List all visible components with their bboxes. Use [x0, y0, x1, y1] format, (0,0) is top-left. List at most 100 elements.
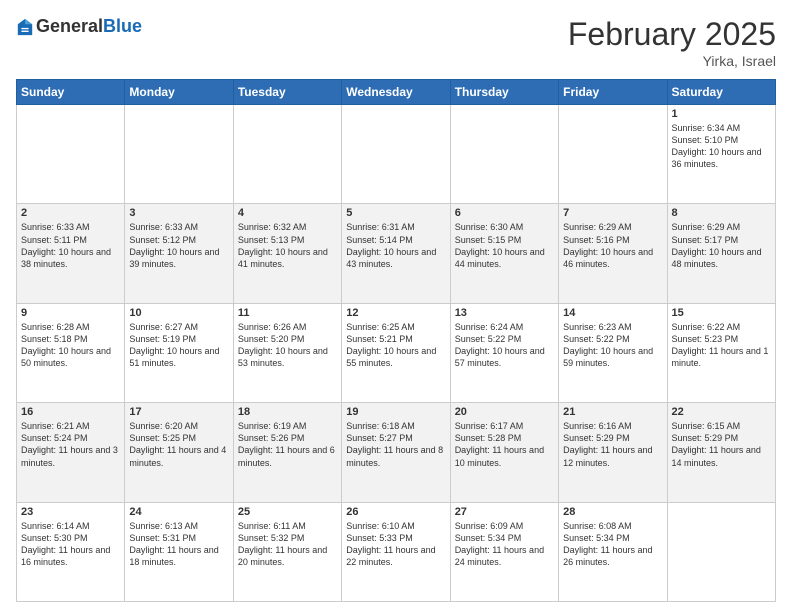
- calendar-cell: 10 Sunrise: 6:27 AM Sunset: 5:19 PM Dayli…: [125, 303, 233, 402]
- calendar-cell: [667, 502, 775, 601]
- day-number: 28: [563, 506, 662, 518]
- day-info: Sunrise: 6:14 AM Sunset: 5:30 PM Dayligh…: [21, 520, 120, 569]
- calendar-cell: 22 Sunrise: 6:15 AM Sunset: 5:29 PM Dayli…: [667, 403, 775, 502]
- calendar-cell: 23 Sunrise: 6:14 AM Sunset: 5:30 PM Dayli…: [17, 502, 125, 601]
- title-area: February 2025 Yirka, Israel: [568, 16, 776, 69]
- calendar-cell: 11 Sunrise: 6:26 AM Sunset: 5:20 PM Dayli…: [233, 303, 341, 402]
- day-info: Sunrise: 6:29 AM Sunset: 5:16 PM Dayligh…: [563, 221, 662, 270]
- calendar-cell: 17 Sunrise: 6:20 AM Sunset: 5:25 PM Dayli…: [125, 403, 233, 502]
- day-number: 23: [21, 506, 120, 518]
- day-number: 1: [672, 108, 771, 120]
- day-info: Sunrise: 6:29 AM Sunset: 5:17 PM Dayligh…: [672, 221, 771, 270]
- day-number: 10: [129, 307, 228, 319]
- day-number: 7: [563, 207, 662, 219]
- calendar-cell: 7 Sunrise: 6:29 AM Sunset: 5:16 PM Daylig…: [559, 204, 667, 303]
- day-info: Sunrise: 6:18 AM Sunset: 5:27 PM Dayligh…: [346, 420, 445, 469]
- day-header-wednesday: Wednesday: [342, 80, 450, 105]
- calendar-cell: 15Sunrise: 6:22 AM Sunset: 5:23 PM Dayli…: [667, 303, 775, 402]
- day-info: Sunrise: 6:25 AM Sunset: 5:21 PM Dayligh…: [346, 321, 445, 370]
- day-header-friday: Friday: [559, 80, 667, 105]
- day-header-sunday: Sunday: [17, 80, 125, 105]
- day-number: 17: [129, 406, 228, 418]
- day-info: Sunrise: 6:20 AM Sunset: 5:25 PM Dayligh…: [129, 420, 228, 469]
- calendar-cell: [559, 105, 667, 204]
- calendar-cell: [450, 105, 558, 204]
- calendar-cell: 16 Sunrise: 6:21 AM Sunset: 5:24 PM Dayli…: [17, 403, 125, 502]
- calendar-cell: 18 Sunrise: 6:19 AM Sunset: 5:26 PM Dayli…: [233, 403, 341, 502]
- day-info: Sunrise: 6:11 AM Sunset: 5:32 PM Dayligh…: [238, 520, 337, 569]
- day-info: Sunrise: 6:10 AM Sunset: 5:33 PM Dayligh…: [346, 520, 445, 569]
- calendar-cell: 19 Sunrise: 6:18 AM Sunset: 5:27 PM Dayli…: [342, 403, 450, 502]
- calendar-cell: 27 Sunrise: 6:09 AM Sunset: 5:34 PM Dayli…: [450, 502, 558, 601]
- calendar-cell: 3 Sunrise: 6:33 AM Sunset: 5:12 PM Daylig…: [125, 204, 233, 303]
- day-info: Sunrise: 6:15 AM Sunset: 5:29 PM Dayligh…: [672, 420, 771, 469]
- day-number: 20: [455, 406, 554, 418]
- day-number: 27: [455, 506, 554, 518]
- calendar-cell: 24Sunrise: 6:13 AM Sunset: 5:31 PM Dayli…: [125, 502, 233, 601]
- calendar-cell: 28Sunrise: 6:08 AM Sunset: 5:34 PM Dayli…: [559, 502, 667, 601]
- day-info: Sunrise: 6:33 AM Sunset: 5:12 PM Dayligh…: [129, 221, 228, 270]
- day-info: Sunrise: 6:16 AM Sunset: 5:29 PM Dayligh…: [563, 420, 662, 469]
- calendar-table: SundayMondayTuesdayWednesdayThursdayFrid…: [16, 79, 776, 602]
- week-row-1: 1 Sunrise: 6:34 AM Sunset: 5:10 PM Daylig…: [17, 105, 776, 204]
- day-number: 25: [238, 506, 337, 518]
- day-info: Sunrise: 6:30 AM Sunset: 5:15 PM Dayligh…: [455, 221, 554, 270]
- calendar-cell: 13 Sunrise: 6:24 AM Sunset: 5:22 PM Dayli…: [450, 303, 558, 402]
- day-info: Sunrise: 6:19 AM Sunset: 5:26 PM Dayligh…: [238, 420, 337, 469]
- day-info: Sunrise: 6:22 AM Sunset: 5:23 PM Dayligh…: [672, 321, 771, 370]
- day-info: Sunrise: 6:33 AM Sunset: 5:11 PM Dayligh…: [21, 221, 120, 270]
- calendar-cell: 4 Sunrise: 6:32 AM Sunset: 5:13 PM Daylig…: [233, 204, 341, 303]
- day-number: 2: [21, 207, 120, 219]
- day-number: 26: [346, 506, 445, 518]
- day-number: 18: [238, 406, 337, 418]
- day-number: 5: [346, 207, 445, 219]
- day-info: Sunrise: 6:24 AM Sunset: 5:22 PM Dayligh…: [455, 321, 554, 370]
- day-number: 13: [455, 307, 554, 319]
- day-info: Sunrise: 6:21 AM Sunset: 5:24 PM Dayligh…: [21, 420, 120, 469]
- header: General Blue February 2025 Yirka, Israel: [16, 16, 776, 69]
- week-row-5: 23 Sunrise: 6:14 AM Sunset: 5:30 PM Dayli…: [17, 502, 776, 601]
- calendar-cell: 12 Sunrise: 6:25 AM Sunset: 5:21 PM Dayli…: [342, 303, 450, 402]
- day-number: 22: [672, 406, 771, 418]
- day-number: 21: [563, 406, 662, 418]
- day-info: Sunrise: 6:17 AM Sunset: 5:28 PM Dayligh…: [455, 420, 554, 469]
- day-number: 16: [21, 406, 120, 418]
- day-info: Sunrise: 6:27 AM Sunset: 5:19 PM Dayligh…: [129, 321, 228, 370]
- calendar-cell: 6 Sunrise: 6:30 AM Sunset: 5:15 PM Daylig…: [450, 204, 558, 303]
- calendar-cell: 26 Sunrise: 6:10 AM Sunset: 5:33 PM Dayli…: [342, 502, 450, 601]
- day-number: 12: [346, 307, 445, 319]
- calendar-cell: [342, 105, 450, 204]
- calendar-cell: [17, 105, 125, 204]
- logo-icon: [16, 17, 34, 37]
- header-row: SundayMondayTuesdayWednesdayThursdayFrid…: [17, 80, 776, 105]
- day-number: 11: [238, 307, 337, 319]
- day-number: 4: [238, 207, 337, 219]
- day-info: Sunrise: 6:34 AM Sunset: 5:10 PM Dayligh…: [672, 122, 771, 171]
- day-number: 8: [672, 207, 771, 219]
- week-row-4: 16 Sunrise: 6:21 AM Sunset: 5:24 PM Dayli…: [17, 403, 776, 502]
- day-info: Sunrise: 6:09 AM Sunset: 5:34 PM Dayligh…: [455, 520, 554, 569]
- day-info: Sunrise: 6:32 AM Sunset: 5:13 PM Dayligh…: [238, 221, 337, 270]
- day-number: 19: [346, 406, 445, 418]
- calendar-page: General Blue February 2025 Yirka, Israel…: [0, 0, 792, 612]
- day-number: 6: [455, 207, 554, 219]
- day-info: Sunrise: 6:31 AM Sunset: 5:14 PM Dayligh…: [346, 221, 445, 270]
- day-number: 9: [21, 307, 120, 319]
- day-number: 14: [563, 307, 662, 319]
- location: Yirka, Israel: [568, 53, 776, 69]
- day-info: Sunrise: 6:26 AM Sunset: 5:20 PM Dayligh…: [238, 321, 337, 370]
- logo-text: General Blue: [36, 16, 142, 37]
- day-header-saturday: Saturday: [667, 80, 775, 105]
- week-row-2: 2 Sunrise: 6:33 AM Sunset: 5:11 PM Daylig…: [17, 204, 776, 303]
- calendar-cell: [233, 105, 341, 204]
- calendar-cell: 1 Sunrise: 6:34 AM Sunset: 5:10 PM Daylig…: [667, 105, 775, 204]
- day-info: Sunrise: 6:28 AM Sunset: 5:18 PM Dayligh…: [21, 321, 120, 370]
- calendar-cell: 9 Sunrise: 6:28 AM Sunset: 5:18 PM Daylig…: [17, 303, 125, 402]
- logo: General Blue: [16, 16, 142, 37]
- day-number: 3: [129, 207, 228, 219]
- day-info: Sunrise: 6:13 AM Sunset: 5:31 PM Dayligh…: [129, 520, 228, 569]
- calendar-cell: 5 Sunrise: 6:31 AM Sunset: 5:14 PM Daylig…: [342, 204, 450, 303]
- day-header-thursday: Thursday: [450, 80, 558, 105]
- calendar-cell: 14Sunrise: 6:23 AM Sunset: 5:22 PM Dayli…: [559, 303, 667, 402]
- calendar-cell: 2 Sunrise: 6:33 AM Sunset: 5:11 PM Daylig…: [17, 204, 125, 303]
